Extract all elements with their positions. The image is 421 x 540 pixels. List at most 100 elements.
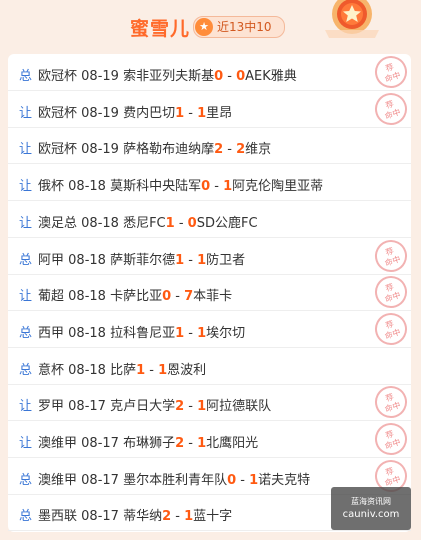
home-team: 费内巴切	[123, 105, 176, 121]
away-score: 7	[184, 289, 194, 305]
home-score: 2	[162, 509, 172, 525]
bet-type-label: 让	[19, 179, 33, 195]
away-score: 1	[223, 179, 233, 195]
away-team: 埃尔切	[206, 325, 246, 341]
medal-icon	[325, 0, 379, 38]
home-score: 1	[175, 325, 185, 341]
hit-stamp-icon: 荐命中	[370, 237, 411, 274]
league-name: 罗甲	[38, 399, 65, 415]
league-name: 欧冠杯	[38, 142, 78, 158]
home-score: 0	[162, 289, 172, 305]
match-info: 俄杯 08-18 莫斯科中央陆军0 - 1阿克伦陶里亚蒂	[38, 179, 324, 195]
league-name: 意杯	[38, 362, 65, 378]
away-score: 1	[197, 325, 207, 341]
home-score: 2	[175, 399, 185, 415]
away-team: 本菲卡	[193, 289, 233, 305]
record-badge: ★ 近13中10	[193, 16, 285, 38]
match-row[interactable]: 让澳维甲 08-17 布琳狮子2 - 1北鹰阳光 荐命中	[8, 421, 411, 458]
home-score: 1	[175, 252, 185, 268]
hit-stamp-icon: 荐命中	[370, 384, 411, 421]
match-date: 08-18	[68, 289, 106, 305]
match-info: 澳维甲 08-17 布琳狮子2 - 1北鹰阳光	[38, 436, 259, 451]
match-info: 葡超 08-18 卡萨比亚0 - 7本菲卡	[38, 289, 233, 305]
away-team: 蓝十字	[193, 509, 233, 525]
bet-type-label: 总	[19, 69, 33, 84]
bet-type-label: 让	[19, 142, 33, 158]
match-row[interactable]: 总西甲 08-18 拉科鲁尼亚1 - 1埃尔切 荐命中	[8, 310, 411, 348]
home-score: 0	[214, 69, 224, 84]
watermark-line1: 蓝海资讯网	[351, 497, 391, 506]
bet-type-label: 总	[19, 472, 33, 488]
home-score: 0	[227, 472, 237, 488]
away-score: 1	[158, 362, 168, 378]
away-score: 1	[197, 399, 207, 415]
header: 蜜雪儿 ★ 近13中10	[0, 0, 421, 50]
match-row[interactable]: 总阿甲 08-18 萨斯菲尔德1 - 1防卫者 荐命中	[8, 237, 411, 275]
match-info: 墨西联 08-17 蒂华纳2 - 1蓝十字	[38, 509, 233, 525]
match-info: 欧冠杯 08-19 索非亚列夫斯基0 - 0AEK雅典	[38, 69, 297, 84]
bet-type-label: 总	[19, 325, 33, 341]
home-team: 拉科鲁尼亚	[110, 325, 176, 341]
away-score: 0	[187, 215, 197, 231]
match-row[interactable]: 总欧冠杯 08-19 索非亚列夫斯基0 - 0AEK雅典 荐命中	[8, 54, 411, 91]
home-team: 悉尼FC	[123, 215, 166, 231]
away-team: 诺夫克特	[258, 472, 311, 488]
away-team: 阿拉德联队	[206, 399, 272, 415]
match-info: 澳足总 08-18 悉尼FC1 - 0SD公鹿FC	[38, 215, 258, 231]
home-team: 萨格勒布迪纳摩	[123, 142, 215, 158]
home-team: 萨斯菲尔德	[110, 252, 176, 268]
hit-stamp-icon: 荐命中	[370, 54, 411, 90]
match-date: 08-17	[81, 436, 119, 451]
bet-type-label: 总	[19, 509, 33, 525]
match-row[interactable]: 让葡超 08-18 卡萨比亚0 - 7本菲卡 荐命中	[8, 274, 411, 312]
away-team: SD公鹿FC	[196, 215, 258, 231]
league-name: 阿甲	[38, 252, 65, 268]
match-row[interactable]: 让俄杯 08-18 莫斯科中央陆军0 - 1阿克伦陶里亚蒂	[8, 164, 411, 202]
bet-type-label: 让	[19, 215, 33, 231]
match-info: 西甲 08-18 拉科鲁尼亚1 - 1埃尔切	[38, 325, 246, 341]
watermark-line2: cauniv.com	[342, 509, 400, 520]
away-score: 1	[184, 509, 194, 525]
match-date: 08-19	[81, 142, 119, 158]
match-row[interactable]: 总意杯 08-18 比萨1 - 1恩波利	[8, 348, 411, 385]
page-title: 蜜雪儿	[130, 18, 191, 40]
away-score: 2	[236, 142, 246, 158]
league-name: 俄杯	[38, 179, 65, 195]
home-score: 1	[136, 362, 146, 378]
match-info: 意杯 08-18 比萨1 - 1恩波利	[38, 362, 207, 378]
hit-stamp-icon: 荐命中	[370, 421, 411, 457]
league-name: 澳维甲	[38, 472, 78, 488]
home-team: 蒂华纳	[123, 509, 163, 525]
bet-type-label: 让	[19, 436, 33, 451]
match-row[interactable]: 让欧冠杯 08-19 萨格勒布迪纳摩2 - 2维京	[8, 127, 411, 165]
hit-stamp-icon: 荐命中	[370, 274, 411, 311]
match-date: 08-18	[68, 325, 106, 341]
bet-type-label: 总	[19, 362, 33, 378]
home-score: 1	[175, 105, 185, 121]
home-team: 墨尔本胜利青年队	[123, 472, 228, 488]
home-team: 克卢日大学	[110, 399, 176, 415]
league-name: 澳维甲	[38, 436, 78, 451]
home-team: 比萨	[110, 362, 137, 378]
hit-stamp-icon: 荐命中	[370, 90, 411, 127]
bet-type-label: 让	[19, 399, 33, 415]
match-row[interactable]: 让欧冠杯 08-19 费内巴切1 - 1里昂 荐命中	[8, 90, 411, 128]
league-name: 欧冠杯	[38, 105, 78, 121]
league-name: 西甲	[38, 325, 65, 341]
league-name: 澳足总	[38, 215, 78, 231]
away-team: 里昂	[206, 105, 233, 121]
match-list: 总欧冠杯 08-19 索非亚列夫斯基0 - 0AEK雅典荐命中让欧冠杯 08-1…	[8, 54, 411, 532]
match-date: 08-18	[81, 215, 119, 231]
match-info: 罗甲 08-17 克卢日大学2 - 1阿拉德联队	[38, 399, 272, 415]
match-row[interactable]: 让罗甲 08-17 克卢日大学2 - 1阿拉德联队 荐命中	[8, 384, 411, 422]
home-score: 0	[201, 179, 211, 195]
match-date: 08-18	[68, 362, 106, 378]
away-team: AEK雅典	[245, 69, 297, 84]
match-date: 08-17	[81, 509, 119, 525]
match-info: 欧冠杯 08-19 费内巴切1 - 1里昂	[38, 105, 233, 121]
record-badge-text: 近13中10	[217, 20, 272, 34]
match-row[interactable]: 让澳足总 08-18 悉尼FC1 - 0SD公鹿FC	[8, 201, 411, 238]
away-score: 1	[197, 105, 207, 121]
league-name: 葡超	[38, 289, 65, 305]
bet-type-label: 让	[19, 289, 33, 305]
